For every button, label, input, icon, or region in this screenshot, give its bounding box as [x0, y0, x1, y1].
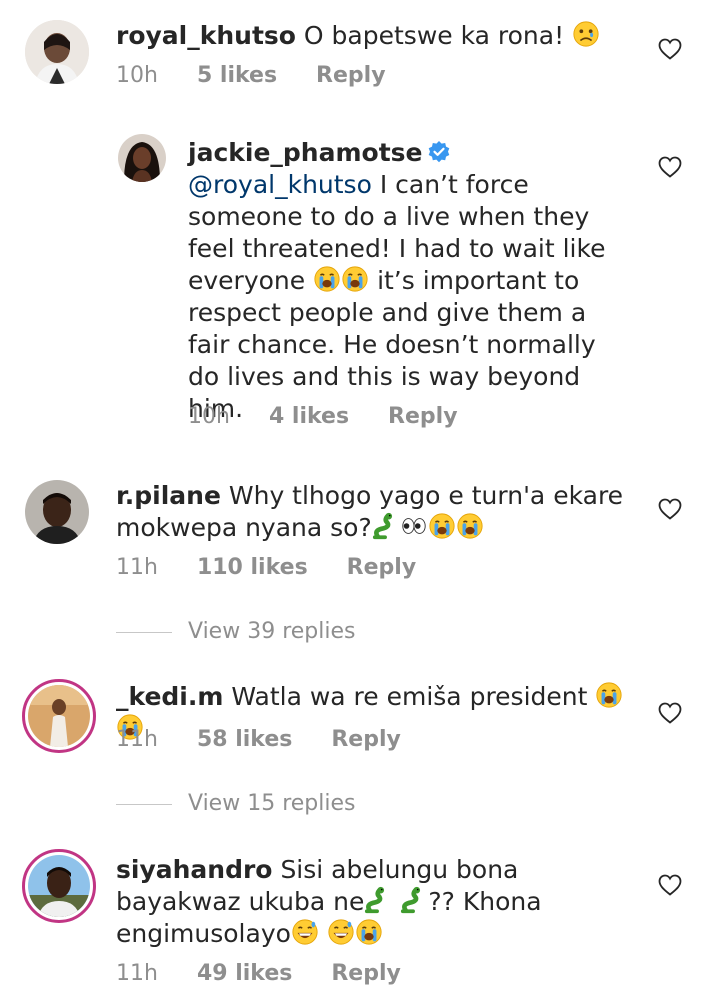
sad-face-emoji: [572, 20, 600, 48]
reply-button[interactable]: Reply: [331, 727, 401, 752]
avatar-with-story-ring[interactable]: [22, 849, 96, 923]
eyes-emoji: [400, 512, 428, 540]
crying-face-emoji: [456, 512, 484, 540]
snake-emoji: [364, 886, 392, 914]
crying-face-emoji: [355, 918, 383, 946]
divider-line: [116, 631, 172, 633]
avatar: [28, 855, 90, 917]
likes-count[interactable]: 4 likes: [269, 404, 349, 429]
reply-button[interactable]: Reply: [316, 63, 386, 88]
comment-meta: 11h 110 likes Reply: [116, 554, 448, 582]
mention-link[interactable]: @royal_khutso: [188, 170, 372, 199]
timestamp: 10h: [116, 63, 158, 88]
verified-badge-icon: [428, 141, 449, 163]
snake-emoji: [372, 512, 400, 540]
reply-button[interactable]: Reply: [347, 555, 417, 580]
avatar-jackie-phamotse-icon: [118, 134, 166, 182]
username[interactable]: r.pilane: [116, 481, 221, 510]
timestamp: 11h: [116, 961, 158, 986]
comment-text: siyahandro Sisi abelungu bona bayakwaz u…: [116, 854, 636, 950]
avatar-royal-khutso-icon: [25, 20, 89, 84]
timestamp: 10h: [188, 404, 230, 429]
view-replies-button[interactable]: View 39 replies: [116, 618, 355, 646]
comment-body: O bapetswe ka rona!: [303, 21, 565, 50]
like-heart-icon[interactable]: [658, 156, 682, 178]
like-heart-icon[interactable]: [658, 874, 682, 896]
comment-item: royal_khutso O bapetswe ka rona! 10h 5 l…: [0, 0, 720, 110]
likes-count[interactable]: 49 likes: [197, 961, 292, 986]
crying-face-emoji: [313, 265, 341, 293]
comment-item: _kedi.m Watla wa re emiša president 11h …: [0, 665, 720, 825]
comment-text: royal_khutso O bapetswe ka rona!: [116, 20, 636, 52]
like-heart-icon[interactable]: [658, 498, 682, 520]
avatar[interactable]: [25, 480, 89, 544]
view-replies-label: View 15 replies: [188, 791, 356, 816]
reply-button[interactable]: Reply: [331, 961, 401, 986]
comment-text: jackie_phamotse@royal_khutso I can’t for…: [188, 137, 628, 425]
comment-text: r.pilane Why tlhogo yago e turn'a ekare …: [116, 480, 636, 544]
comment-reply-item: jackie_phamotse@royal_khutso I can’t for…: [0, 120, 720, 450]
crying-face-emoji: [341, 265, 369, 293]
avatar-with-story-ring[interactable]: [22, 679, 96, 753]
username[interactable]: royal_khutso: [116, 21, 296, 50]
avatar-kedi-m-icon: [28, 685, 90, 747]
snake-emoji: [400, 886, 428, 914]
reply-button[interactable]: Reply: [388, 404, 458, 429]
comment-body: Watla wa re emiša president: [231, 682, 588, 711]
username[interactable]: siyahandro: [116, 855, 272, 884]
grinning-sweat-emoji: [327, 918, 355, 946]
comment-meta: 11h 49 likes Reply: [116, 960, 433, 988]
divider-line: [116, 803, 172, 805]
timestamp: 11h: [116, 555, 158, 580]
username[interactable]: jackie_phamotse: [188, 138, 423, 167]
crying-face-emoji: [428, 512, 456, 540]
avatar[interactable]: [25, 20, 89, 84]
comment-item: r.pilane Why tlhogo yago e turn'a ekare …: [0, 465, 720, 650]
avatar: [28, 685, 90, 747]
likes-count[interactable]: 110 likes: [197, 555, 308, 580]
likes-count[interactable]: 5 likes: [197, 63, 277, 88]
comment-meta: 11h 58 likes Reply: [116, 726, 433, 754]
comment-meta: 10h 4 likes Reply: [188, 403, 490, 431]
comment-item: siyahandro Sisi abelungu bona bayakwaz u…: [0, 835, 720, 1002]
like-heart-icon[interactable]: [658, 702, 682, 724]
like-heart-icon[interactable]: [658, 38, 682, 60]
comment-meta: 10h 5 likes Reply: [116, 62, 418, 90]
grinning-sweat-emoji: [291, 918, 319, 946]
avatar-siyahandro-icon: [28, 855, 90, 917]
timestamp: 11h: [116, 727, 158, 752]
crying-face-emoji: [595, 681, 623, 709]
view-replies-button[interactable]: View 15 replies: [116, 790, 355, 818]
avatar-r-pilane-icon: [25, 480, 89, 544]
avatar[interactable]: [118, 134, 166, 182]
likes-count[interactable]: 58 likes: [197, 727, 292, 752]
view-replies-label: View 39 replies: [188, 619, 356, 644]
username[interactable]: _kedi.m: [116, 682, 223, 711]
